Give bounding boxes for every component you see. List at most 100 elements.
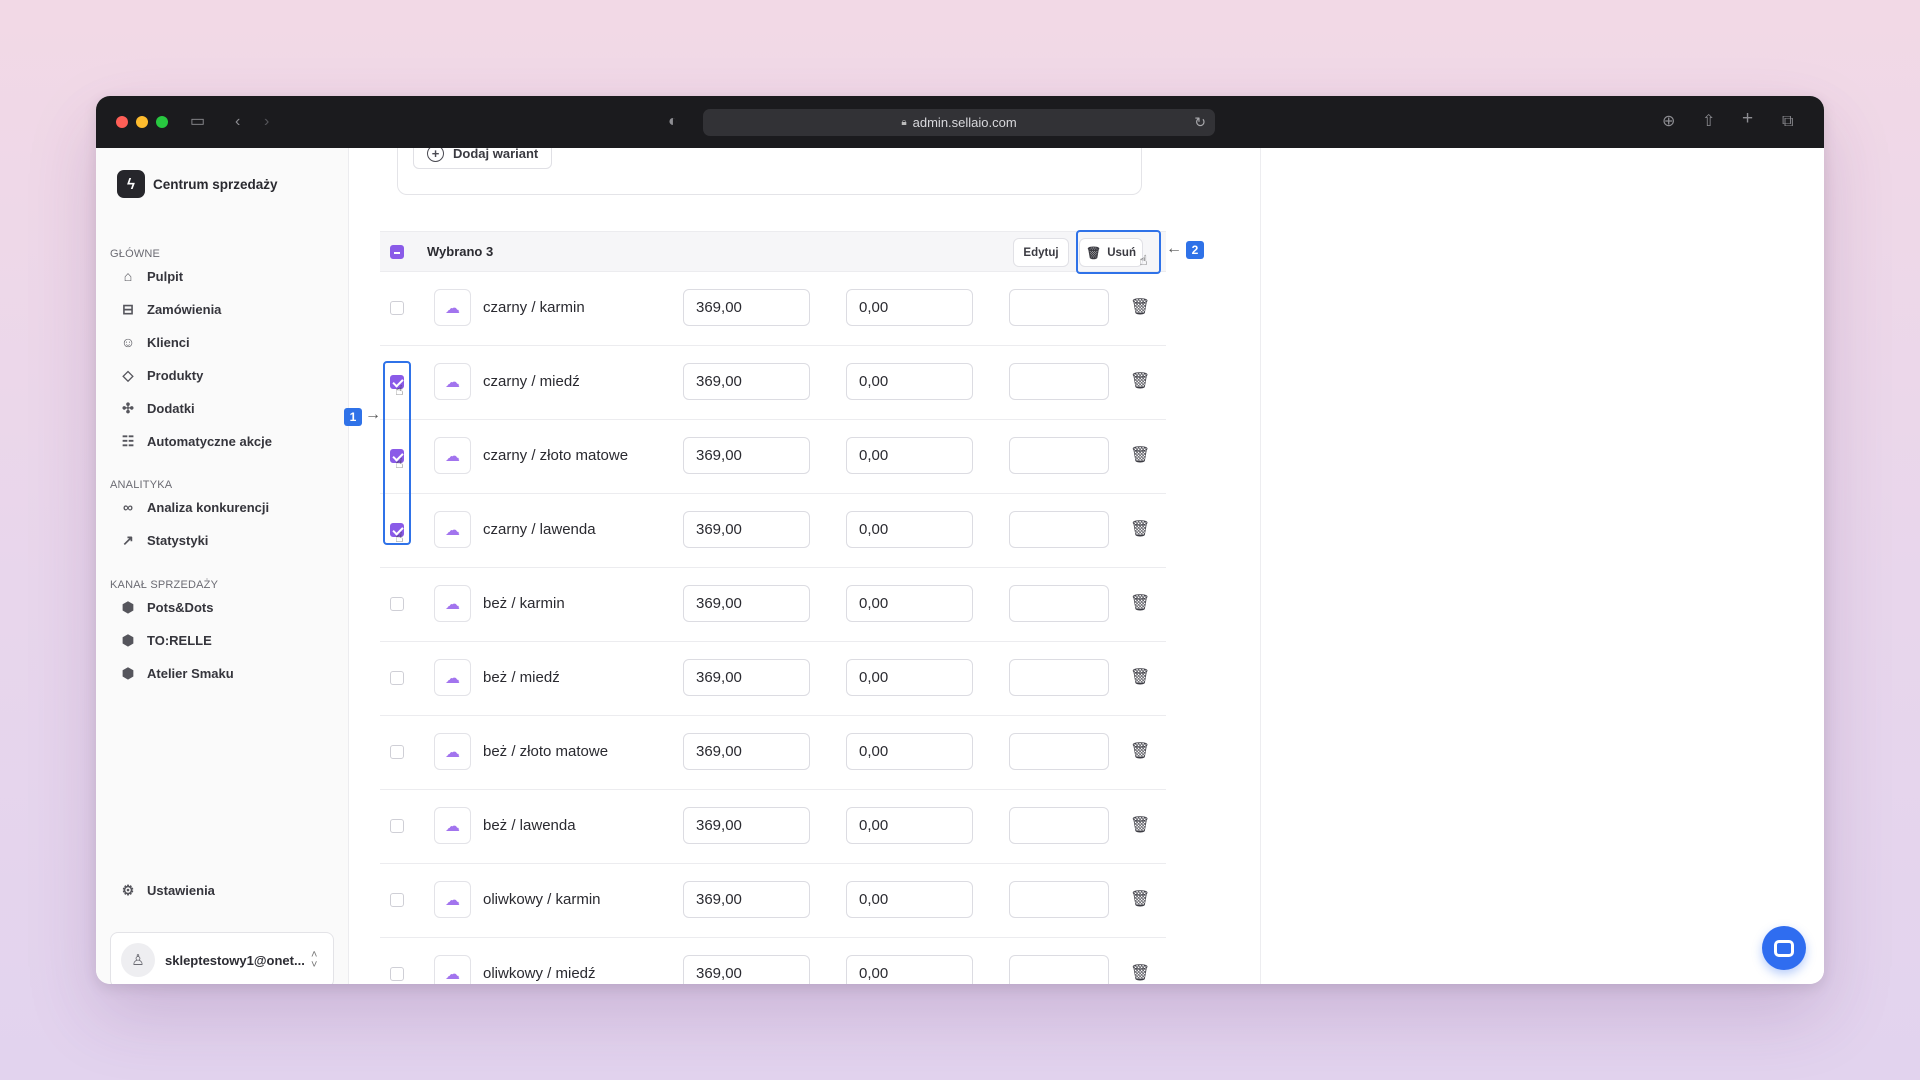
share-icon[interactable]: ⇧ [1702, 112, 1715, 132]
secondary-price-input[interactable] [846, 881, 973, 918]
forward-icon[interactable]: › [264, 112, 269, 132]
trash-icon[interactable]: 🗑︎ [1130, 593, 1150, 613]
row-checkbox[interactable] [390, 819, 404, 833]
sidebar-item-automatyczne-akcje[interactable]: ☷ Automatyczne akcje [120, 429, 272, 453]
price-input[interactable] [683, 585, 810, 622]
upload-image-button[interactable]: ☁ [434, 955, 471, 984]
stock-input[interactable] [1009, 437, 1109, 474]
stock-input[interactable] [1009, 659, 1109, 696]
close-window-button[interactable] [116, 116, 128, 128]
secondary-price-input[interactable] [846, 659, 973, 696]
price-input[interactable] [683, 289, 810, 326]
row-checkbox[interactable] [390, 597, 404, 611]
trash-icon[interactable]: 🗑︎ [1130, 445, 1150, 465]
zoom-window-button[interactable] [156, 116, 168, 128]
trash-icon[interactable]: 🗑︎ [1130, 667, 1150, 687]
sidebar-item-klienci[interactable]: ☺ Klienci [120, 330, 190, 354]
stock-input[interactable] [1009, 955, 1109, 984]
account-switcher[interactable]: ♙ skleptestowy1@onet... ˄ ˅ [110, 932, 334, 984]
secondary-price-input[interactable] [846, 585, 973, 622]
sidebar-item-statystyki[interactable]: ↗ Statystyki [120, 528, 208, 552]
price-input[interactable] [683, 437, 810, 474]
sidebar-item-analiza-konkurencji[interactable]: ∞ Analiza konkurencji [120, 495, 269, 519]
chat-support-button[interactable] [1762, 926, 1806, 970]
secondary-price-input[interactable] [846, 807, 973, 844]
sidebar-item-label: Analiza konkurencji [147, 499, 270, 515]
price-input[interactable] [683, 511, 810, 548]
stock-input[interactable] [1009, 585, 1109, 622]
price-input[interactable] [683, 807, 810, 844]
trash-icon[interactable]: 🗑︎ [1130, 963, 1150, 983]
row-checkbox[interactable] [390, 967, 404, 981]
sidebar-toggle-icon[interactable]: ▭ [190, 112, 205, 132]
stock-input[interactable] [1009, 733, 1109, 770]
row-checkbox[interactable] [390, 893, 404, 907]
row-checkbox[interactable] [390, 301, 404, 315]
upload-image-button[interactable]: ☁ [434, 363, 471, 400]
upload-image-button[interactable]: ☁ [434, 585, 471, 622]
upload-image-button[interactable]: ☁ [434, 289, 471, 326]
arrow-right-icon: → [365, 406, 381, 423]
select-all-checkbox[interactable] [390, 245, 404, 259]
stock-input[interactable] [1009, 289, 1109, 326]
brand[interactable]: ϟ Centrum sprzedaży [117, 170, 278, 198]
secondary-price-input[interactable] [846, 363, 973, 400]
add-variant-button[interactable]: + Dodaj wariant [413, 148, 553, 169]
stock-input[interactable] [1009, 807, 1109, 844]
upload-image-button[interactable]: ☁ [434, 511, 471, 548]
trash-icon[interactable]: 🗑︎ [1130, 889, 1150, 909]
price-input[interactable] [683, 955, 810, 984]
privacy-shield-icon[interactable]: ◐ [668, 112, 678, 132]
sidebar-item-torelle[interactable]: ⬢ TO:RELLE [120, 628, 212, 652]
tab-overview-icon[interactable]: ⧉ [1782, 112, 1793, 132]
stock-input[interactable] [1009, 881, 1109, 918]
cloud-upload-icon: ☁ [445, 521, 460, 539]
sidebar-item-pots-dots[interactable]: ⬢ Pots&Dots [120, 595, 214, 619]
table-row: ☁ czarny / karmin 🗑︎ [380, 272, 1166, 346]
secondary-price-input[interactable] [846, 511, 973, 548]
minimize-window-button[interactable] [136, 116, 148, 128]
upload-image-button[interactable]: ☁ [434, 733, 471, 770]
trash-icon[interactable]: 🗑︎ [1130, 297, 1150, 317]
trend-icon: ↗ [122, 531, 134, 548]
price-input[interactable] [683, 659, 810, 696]
price-input[interactable] [683, 363, 810, 400]
stock-input[interactable] [1009, 363, 1109, 400]
sidebar-item-produkty[interactable]: ◇ Produkty [120, 363, 204, 387]
user-icon: ☺ [120, 334, 136, 350]
stock-input[interactable] [1009, 511, 1109, 548]
store-icon: ⬢ [121, 664, 135, 681]
reload-icon[interactable]: ↻ [1194, 114, 1206, 131]
cloud-upload-icon: ☁ [445, 817, 460, 835]
price-input[interactable] [683, 733, 810, 770]
trash-icon[interactable]: 🗑︎ [1130, 519, 1150, 539]
sidebar-item-zamowienia[interactable]: ⊟ Zamówienia [120, 297, 221, 321]
upload-image-button[interactable]: ☁ [434, 437, 471, 474]
secondary-price-input[interactable] [846, 437, 973, 474]
trash-icon[interactable]: 🗑︎ [1130, 371, 1150, 391]
edit-button[interactable]: Edytuj [1013, 238, 1069, 267]
download-icon[interactable]: ⊕ [1662, 112, 1675, 132]
sidebar-item-dodatki[interactable]: ✣ Dodatki [120, 396, 195, 420]
row-checkbox[interactable] [390, 745, 404, 759]
upload-image-button[interactable]: ☁ [434, 881, 471, 918]
address-bar[interactable]: 🔒︎ admin.sellaio.com ↻ [703, 109, 1215, 136]
row-checkbox[interactable] [390, 671, 404, 685]
secondary-price-input[interactable] [846, 955, 973, 984]
secondary-price-input[interactable] [846, 289, 973, 326]
sidebar-item-atelier-smaku[interactable]: ⬢ Atelier Smaku [120, 661, 234, 685]
price-input[interactable] [683, 881, 810, 918]
cloud-upload-icon: ☁ [445, 299, 460, 317]
upload-image-button[interactable]: ☁ [434, 807, 471, 844]
upload-image-button[interactable]: ☁ [434, 659, 471, 696]
trash-icon[interactable]: 🗑︎ [1130, 741, 1150, 761]
secondary-price-input[interactable] [846, 733, 973, 770]
gear-icon: ⚙ [121, 881, 135, 898]
cloud-upload-icon: ☁ [445, 447, 460, 465]
trash-icon[interactable]: 🗑︎ [1130, 815, 1150, 835]
back-icon[interactable]: ‹ [235, 112, 240, 132]
sidebar-item-ustawienia[interactable]: ⚙ Ustawienia [120, 878, 215, 902]
sidebar-item-pulpit[interactable]: ⌂ Pulpit [120, 264, 183, 288]
store-icon: ⬢ [121, 631, 135, 648]
new-tab-icon[interactable]: + [1742, 109, 1753, 129]
